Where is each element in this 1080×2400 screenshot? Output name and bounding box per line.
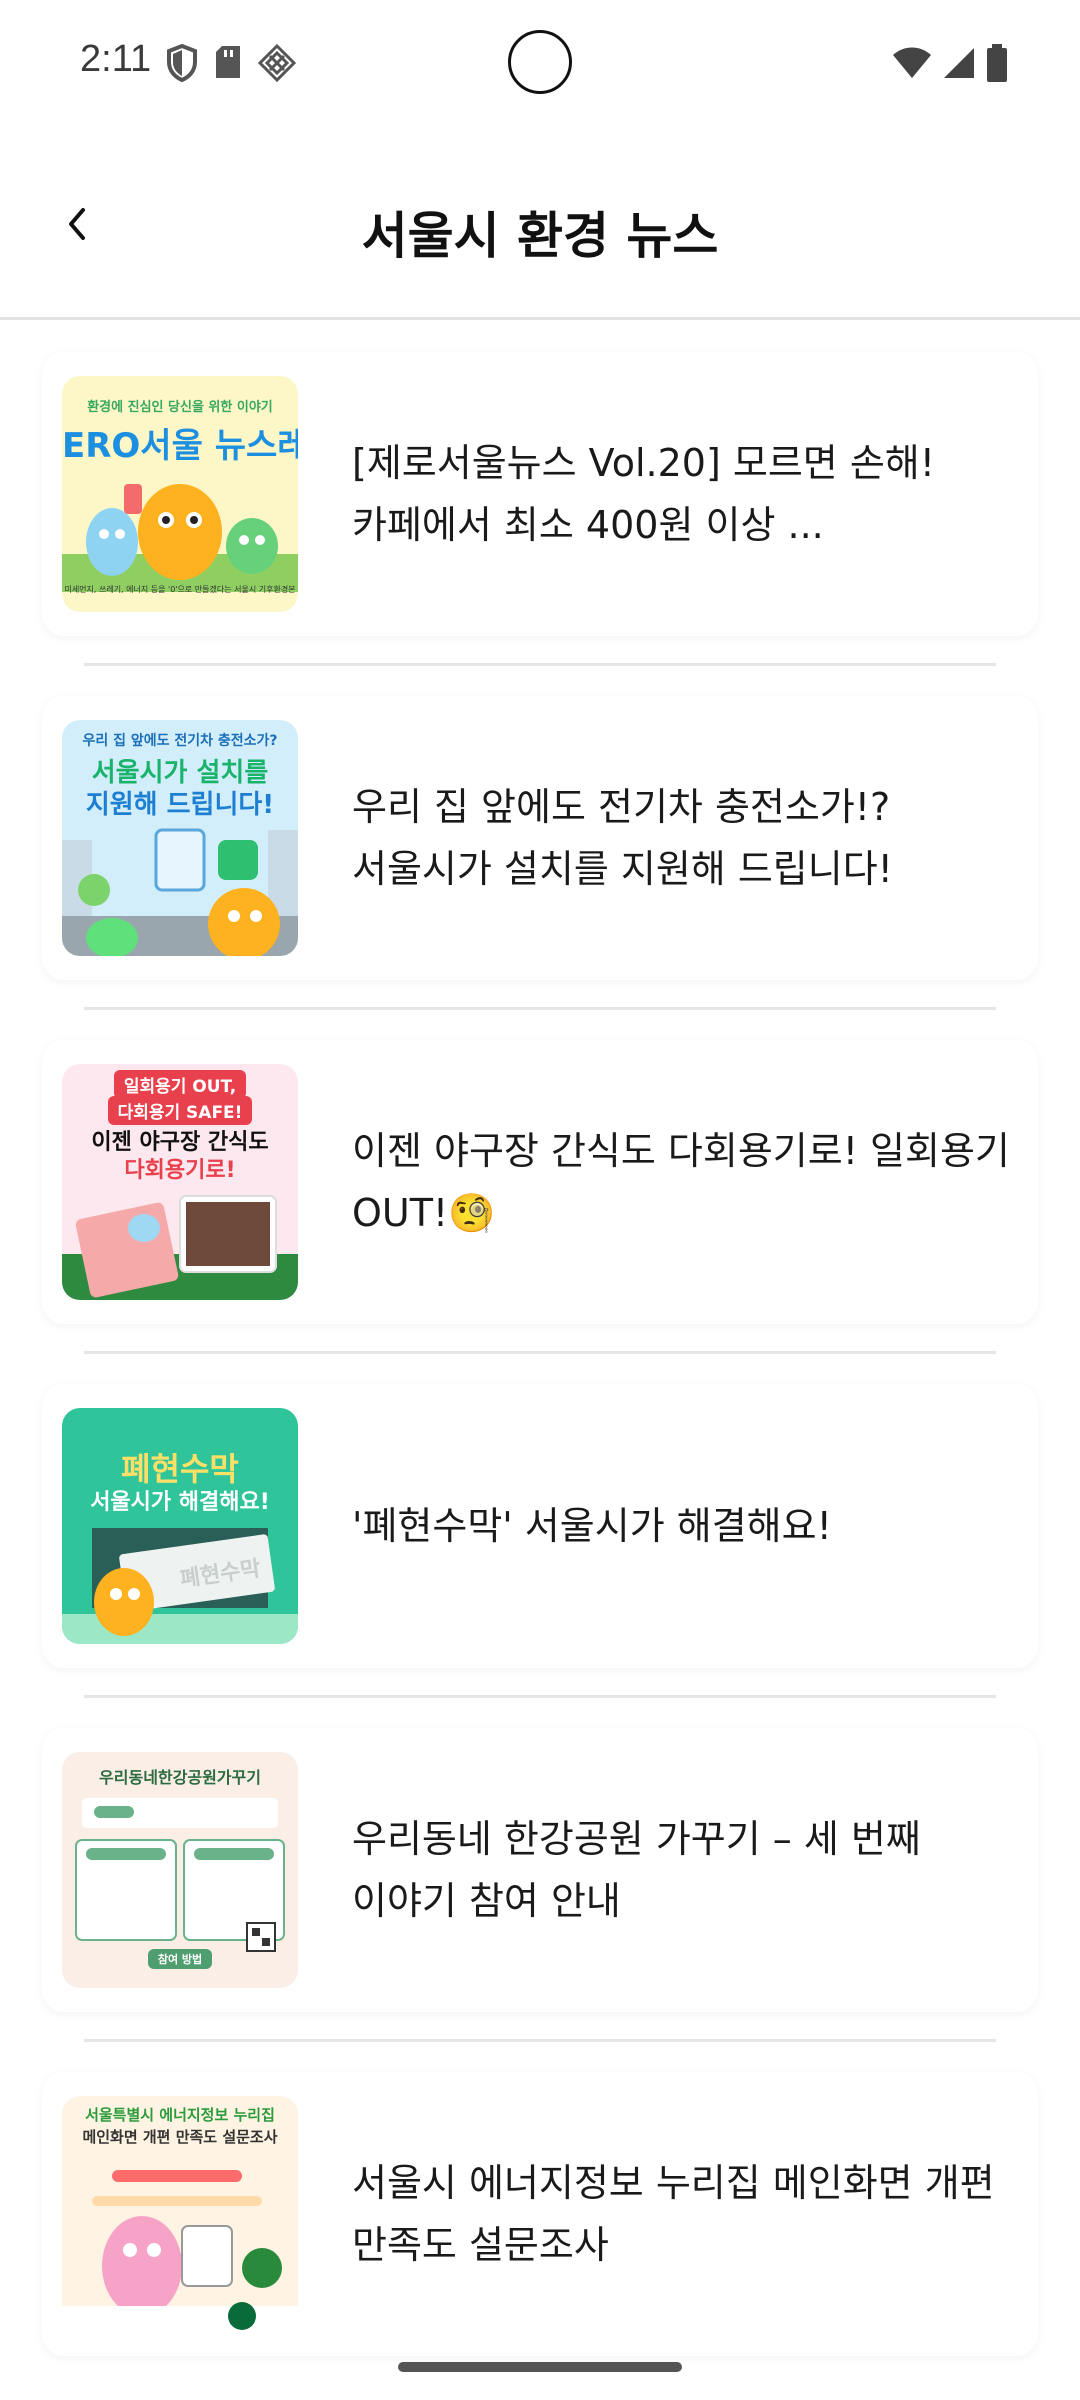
thumb-pill: 일회용기 OUT,: [62, 1070, 298, 1099]
news-thumbnail: 우리동네한강공원가꾸기 참여 방법: [62, 1752, 298, 1988]
thumb-headline-2: 서울시가 해결해요!: [90, 1490, 270, 1515]
news-thumbnail: 우리 집 앞에도 전기차 충전소가? 서울시가 설치를 지원해 드립니다!: [62, 720, 298, 956]
thumb-pill: 다회용기 SAFE!: [62, 1096, 298, 1125]
gesture-navigation-bar[interactable]: [398, 2362, 682, 2372]
status-time: 2:11: [80, 38, 152, 80]
news-card[interactable]: 우리동네한강공원가꾸기 참여 방법 우리동네 한강공원 가꾸기 – 세 번째 이…: [42, 1728, 1038, 2012]
ev-charger-illustration: [62, 828, 298, 956]
cell-signal-icon: [942, 46, 976, 84]
news-item[interactable]: 우리 집 앞에도 전기차 충전소가? 서울시가 설치를 지원해 드립니다! 우리…: [0, 666, 1080, 1010]
thumb-headline: 서울특별시 에너지정보 누리집: [85, 2106, 275, 2124]
news-title: [제로서울뉴스 Vol.20] 모르면 손해! 카페에서 최소 400원 이상 …: [352, 441, 935, 547]
thumb-headline-2: 다회용기로!: [124, 1158, 236, 1183]
app-header: 서울시 환경 뉴스: [0, 128, 1080, 320]
news-title: 이젠 야구장 간식도 다회용기로! 일회용기 OUT!🧐: [352, 1129, 1010, 1235]
news-thumbnail: 환경에 진심인 당신을 위한 이야기 ERO서울 뉴스레 미세먼지, 쓰레기, …: [62, 376, 298, 612]
thumb-headline: 우리동네한강공원가꾸기: [99, 1768, 261, 1787]
news-item[interactable]: 서울특별시 에너지정보 누리집 메인화면 개편 만족도 설문조사 서울시 에너지…: [0, 2042, 1080, 2386]
status-icons-left: [166, 43, 297, 86]
battery-icon: [986, 44, 1008, 86]
news-title: '폐현수막' 서울시가 해결해요!: [352, 1504, 832, 1548]
status-icons-right: [892, 44, 1008, 86]
news-thumbnail: 서울특별시 에너지정보 누리집 메인화면 개편 만족도 설문조사: [62, 2096, 298, 2332]
app-notification-icon: [257, 43, 297, 86]
news-card[interactable]: 우리 집 앞에도 전기차 충전소가? 서울시가 설치를 지원해 드립니다! 우리…: [42, 696, 1038, 980]
thumb-headline: ERO서울 뉴스레: [62, 426, 298, 466]
news-list: 환경에 진심인 당신을 위한 이야기 ERO서울 뉴스레 미세먼지, 쓰레기, …: [0, 322, 1080, 2386]
thumb-caption: 환경에 진심인 당신을 위한 이야기: [87, 400, 273, 415]
mascot-illustration: [62, 484, 298, 592]
camera-cutout: [508, 30, 572, 94]
news-title: 우리 집 앞에도 전기차 충전소가!? 서울시가 설치를 지원해 드립니다!: [352, 785, 893, 891]
status-bar: 2:11: [0, 0, 1080, 128]
survey-illustration: [62, 2170, 298, 2332]
thumb-headline-2: 지원해 드립니다!: [85, 790, 275, 820]
thumb-button: 참여 방법: [62, 1948, 298, 1969]
screen: 2:11 서울시 환경 뉴스 환경에 진심인 당신을 위한 이야기 ERO서울 …: [0, 0, 1080, 2400]
thumb-footer: 미세먼지, 쓰레기, 에너지 등을 '0'으로 만들겠다는 서울시 기후환경본: [64, 585, 296, 594]
news-title: 서울시 에너지정보 누리집 메인화면 개편 만족도 설문조사: [352, 2161, 995, 2267]
wifi-icon: [892, 46, 932, 84]
thumb-headline-2: 메인화면 개편 만족도 설문조사: [82, 2128, 278, 2146]
stadium-illustration: [62, 1195, 298, 1300]
news-item[interactable]: 일회용기 OUT, 다회용기 SAFE! 이젠 야구장 간식도 다회용기로! 이…: [0, 1010, 1080, 1354]
news-thumbnail: 일회용기 OUT, 다회용기 SAFE! 이젠 야구장 간식도 다회용기로!: [62, 1064, 298, 1300]
news-item[interactable]: 폐현수막 서울시가 해결해요! 폐현수막 '폐현수막' 서울시가 해결해요!: [0, 1354, 1080, 1698]
news-card[interactable]: 일회용기 OUT, 다회용기 SAFE! 이젠 야구장 간식도 다회용기로! 이…: [42, 1040, 1038, 1324]
shield-icon: [166, 43, 198, 86]
sd-card-icon: [214, 44, 242, 86]
news-card[interactable]: 서울특별시 에너지정보 누리집 메인화면 개편 만족도 설문조사 서울시 에너지…: [42, 2072, 1038, 2356]
news-title: 우리동네 한강공원 가꾸기 – 세 번째 이야기 참여 안내: [352, 1817, 921, 1923]
thumb-caption: 우리 집 앞에도 전기차 충전소가?: [82, 733, 278, 749]
news-item[interactable]: 우리동네한강공원가꾸기 참여 방법 우리동네 한강공원 가꾸기 – 세 번째 이…: [0, 1698, 1080, 2042]
news-thumbnail: 폐현수막 서울시가 해결해요! 폐현수막: [62, 1408, 298, 1644]
page-title: 서울시 환경 뉴스: [361, 207, 719, 265]
news-item[interactable]: 환경에 진심인 당신을 위한 이야기 ERO서울 뉴스레 미세먼지, 쓰레기, …: [0, 322, 1080, 666]
news-card[interactable]: 환경에 진심인 당신을 위한 이야기 ERO서울 뉴스레 미세먼지, 쓰레기, …: [42, 352, 1038, 636]
news-card[interactable]: 폐현수막 서울시가 해결해요! 폐현수막 '폐현수막' 서울시가 해결해요!: [42, 1384, 1038, 1668]
